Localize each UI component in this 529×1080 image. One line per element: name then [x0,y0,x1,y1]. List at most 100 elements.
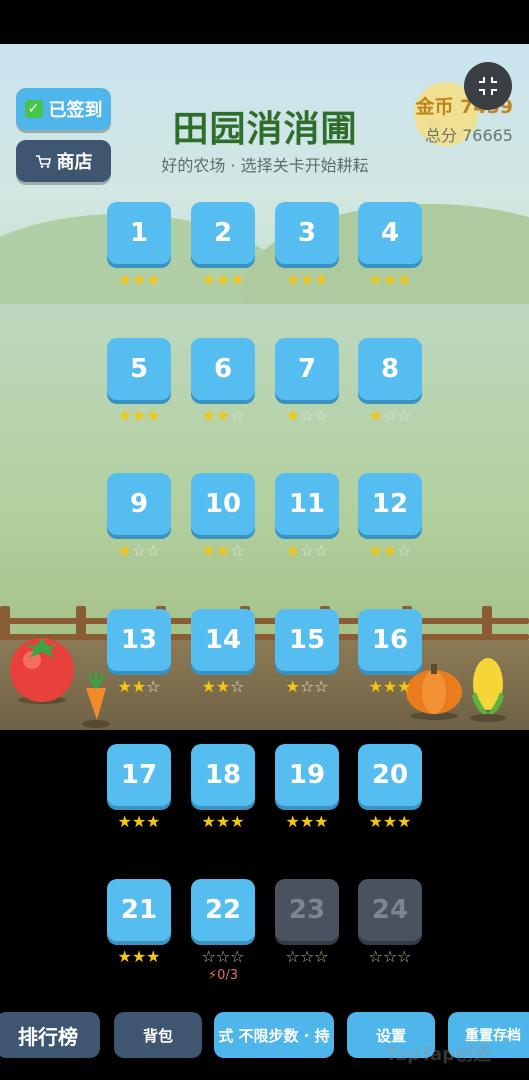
level-stars: ☆☆☆ [358,948,422,966]
level-button[interactable]: 5 [107,338,171,400]
level-17[interactable]: 17 ★★★ [107,744,171,831]
star-empty-icon: ☆ [314,541,329,560]
level-button[interactable]: 16 [358,609,422,671]
backpack-button[interactable]: 背包 [114,1012,202,1058]
star-filled-icon: ★ [201,270,216,289]
star-filled-icon: ★ [117,541,132,560]
star-filled-icon: ★ [285,406,300,425]
star-filled-icon: ★ [382,541,398,560]
level-15[interactable]: 15 ★☆☆ [275,609,339,696]
level-11[interactable]: 11 ★☆☆ [275,473,339,560]
star-filled-icon: ★ [131,406,147,425]
star-empty-icon: ☆ [230,677,245,696]
star-filled-icon: ★ [215,677,231,696]
level-button[interactable]: 6 [191,338,255,400]
star-empty-icon: ☆ [299,541,315,560]
level-button[interactable]: 7 [275,338,339,400]
level-7[interactable]: 7 ★☆☆ [275,338,339,425]
level-button[interactable]: 2 [191,202,255,264]
level-button[interactable]: 10 [191,473,255,535]
level-14[interactable]: 14 ★★☆ [191,609,255,696]
level-button[interactable]: 3 [275,202,339,264]
shop-button[interactable]: 商店 [16,140,111,182]
star-filled-icon: ★ [131,947,147,966]
exit-fullscreen-button[interactable] [464,62,512,110]
star-filled-icon: ★ [215,406,231,425]
level-18[interactable]: 18 ★★★ [191,744,255,831]
level-button[interactable]: 4 [358,202,422,264]
level-6[interactable]: 6 ★★☆ [191,338,255,425]
level-10[interactable]: 10 ★★☆ [191,473,255,560]
star-filled-icon: ★ [146,812,161,831]
level-stars: ★★★ [107,813,171,831]
leaderboard-button[interactable]: 排行榜 [0,1012,100,1058]
level-23: 23 ☆☆☆ [275,879,339,966]
star-filled-icon: ★ [299,270,315,289]
star-empty-icon: ☆ [285,947,300,966]
level-button[interactable]: 22 [191,879,255,941]
star-empty-icon: ☆ [230,541,245,560]
level-button[interactable]: 21 [107,879,171,941]
level-2[interactable]: 2 ★★★ [191,202,255,289]
star-filled-icon: ★ [299,812,315,831]
star-empty-icon: ☆ [382,947,398,966]
level-stars: ★☆☆ [275,407,339,425]
level-3[interactable]: 3 ★★★ [275,202,339,289]
star-filled-icon: ★ [285,677,300,696]
level-button[interactable]: 14 [191,609,255,671]
energy-counter: ⚡0/3 [207,968,239,983]
level-5[interactable]: 5 ★★★ [107,338,171,425]
game-title: 田园消消圃 [172,109,358,150]
exit-fullscreen-icon [479,77,497,95]
star-filled-icon: ★ [215,541,231,560]
star-filled-icon: ★ [201,406,216,425]
level-stars: ★☆☆ [107,542,171,560]
level-8[interactable]: 8 ★☆☆ [358,338,422,425]
level-21[interactable]: 21 ★★★ [107,879,171,966]
level-stars: ★★☆ [191,678,255,696]
star-empty-icon: ☆ [230,947,245,966]
level-22[interactable]: 22 ☆☆☆ ⚡0/3 [191,879,255,983]
star-filled-icon: ★ [131,812,147,831]
level-button[interactable]: 11 [275,473,339,535]
level-stars: ☆☆☆ [191,948,255,966]
total-score: 总分 76665 [425,126,513,145]
level-9[interactable]: 9 ★☆☆ [107,473,171,560]
star-filled-icon: ★ [285,541,300,560]
level-stars: ★★☆ [107,678,171,696]
level-button[interactable]: 12 [358,473,422,535]
star-filled-icon: ★ [117,677,132,696]
level-20[interactable]: 20 ★★★ [358,744,422,831]
star-filled-icon: ★ [397,677,412,696]
star-filled-icon: ★ [131,270,147,289]
corn-icon [470,658,506,722]
level-19[interactable]: 19 ★★★ [275,744,339,831]
level-1[interactable]: 1 ★★★ [107,202,171,289]
star-filled-icon: ★ [382,812,398,831]
level-stars: ★★☆ [358,542,422,560]
star-filled-icon: ★ [215,270,231,289]
level-16[interactable]: 16 ★★★ [358,609,422,696]
level-stars: ★☆☆ [275,542,339,560]
mode-button[interactable]: 式 不限步数 · 持 [214,1012,334,1058]
level-button[interactable]: 17 [107,744,171,806]
level-13[interactable]: 13 ★★☆ [107,609,171,696]
star-empty-icon: ☆ [146,541,161,560]
level-4[interactable]: 4 ★★★ [358,202,422,289]
level-button[interactable]: 19 [275,744,339,806]
level-12[interactable]: 12 ★★☆ [358,473,422,560]
star-empty-icon: ☆ [397,947,412,966]
level-button[interactable]: 8 [358,338,422,400]
level-button[interactable]: 13 [107,609,171,671]
level-button[interactable]: 18 [191,744,255,806]
level-stars: ★★★ [358,678,422,696]
level-button[interactable]: 9 [107,473,171,535]
star-filled-icon: ★ [215,812,231,831]
level-button[interactable]: 20 [358,744,422,806]
star-empty-icon: ☆ [368,947,383,966]
level-button[interactable]: 15 [275,609,339,671]
signin-button[interactable]: ✓ 已签到 [16,88,111,130]
star-empty-icon: ☆ [201,947,216,966]
level-stars: ★★★ [275,271,339,289]
level-button[interactable]: 1 [107,202,171,264]
